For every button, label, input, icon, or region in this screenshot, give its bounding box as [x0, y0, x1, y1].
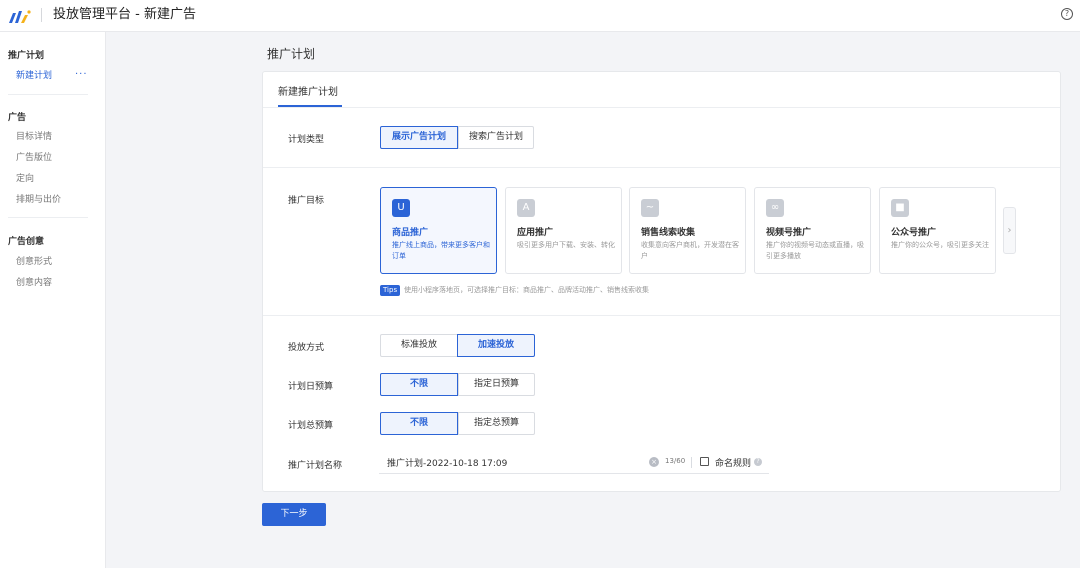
plan-type-display-button[interactable]: 展示广告计划 [380, 126, 458, 149]
sidebar-item-schedule-bid[interactable]: 排期与出价 [16, 192, 61, 205]
input-divider [691, 457, 692, 468]
section-divider [263, 167, 1060, 168]
more-icon[interactable]: ··· [75, 69, 88, 80]
delivery-label: 投放方式 [288, 343, 325, 353]
delivery-standard-button[interactable]: 标准投放 [380, 334, 458, 357]
help-icon[interactable]: ? [1061, 8, 1073, 20]
goal-card-app[interactable]: A 应用推广 吸引更多用户下载、安装、转化 [505, 187, 622, 274]
logo-icon [9, 10, 31, 23]
goal-card-desc: 吸引更多用户下载、安装、转化 [517, 241, 615, 249]
app-icon: A [517, 199, 535, 217]
sidebar-item-targeting[interactable]: 定向 [16, 171, 34, 184]
daily-budget-label: 计划日预算 [288, 382, 334, 392]
next-step-button[interactable]: 下一步 [262, 503, 326, 526]
goal-label: 推广目标 [288, 196, 325, 206]
goal-card-product[interactable]: U 商品推广 推广线上商品，带来更多客户和订单 [380, 187, 497, 274]
delivery-accelerated-button[interactable]: 加速投放 [457, 334, 535, 357]
total-budget-specified-button[interactable]: 指定总预算 [458, 412, 535, 435]
page-title: 推广计划 [267, 47, 316, 61]
daily-budget-specified-button[interactable]: 指定日预算 [458, 373, 535, 396]
plan-type-label: 计划类型 [288, 135, 325, 145]
tips-text: 使用小程序落地页，可选择推广目标：商品推广、品牌活动推广、销售线索收集 [404, 286, 649, 294]
goal-card-title: 销售线索收集 [641, 228, 696, 238]
plan-type-search-button[interactable]: 搜索广告计划 [458, 126, 534, 149]
plan-name-input[interactable]: 推广计划-2022-10-18 17:09 × 13/60 命名规则 ? [379, 452, 769, 474]
sidebar-group-plan[interactable]: 推广计划 [8, 48, 44, 61]
sidebar-divider [8, 217, 88, 218]
naming-rule-icon[interactable] [700, 457, 709, 466]
daily-budget-unlimited-button[interactable]: 不限 [380, 373, 458, 396]
top-bar: 投放管理平台 - 新建广告 ? [0, 0, 1080, 32]
goal-card-title: 商品推广 [392, 228, 429, 238]
app-title: 投放管理平台 - 新建广告 [53, 7, 196, 22]
goal-card-leads[interactable]: ~ 销售线索收集 收集意向客户商机，开发潜在客户 [629, 187, 746, 274]
goal-card-desc: 收集意向客户商机，开发潜在客户 [641, 241, 739, 260]
sidebar-item-new-plan[interactable]: 新建计划 [16, 68, 52, 81]
plan-name-label: 推广计划名称 [288, 461, 343, 471]
leads-icon: ~ [641, 199, 659, 217]
tab-border [263, 107, 1060, 108]
goal-card-official-account[interactable]: ■ 公众号推广 推广你的公众号，吸引更多关注 [879, 187, 996, 274]
sidebar-item-creative-content[interactable]: 创意内容 [16, 275, 52, 288]
goal-card-title: 公众号推广 [891, 228, 937, 238]
tips-badge: Tips [380, 285, 401, 296]
goal-card-title: 应用推广 [517, 228, 554, 238]
goal-card-video-channel[interactable]: ∞ 视频号推广 推广你的视频号动态或直播，吸引更多播放 [754, 187, 871, 274]
sidebar-group-creative[interactable]: 广告创意 [8, 234, 44, 247]
tab-new-plan[interactable]: 新建推广计划 [278, 83, 338, 98]
topbar-divider [41, 8, 42, 22]
sidebar-divider [8, 94, 88, 95]
video-channel-icon: ∞ [766, 199, 784, 217]
chevron-right-icon[interactable]: › [1003, 207, 1016, 254]
plan-form-card: 新建推广计划 计划类型 展示广告计划 搜索广告计划 推广目标 U 商品推广 推广… [262, 71, 1061, 492]
sidebar: 推广计划 新建计划 ··· 广告 目标详情 广告版位 定向 排期与出价 广告创意… [0, 32, 106, 568]
goal-card-desc: 推广你的公众号，吸引更多关注 [891, 241, 989, 249]
official-account-icon: ■ [891, 199, 909, 217]
sidebar-group-ad[interactable]: 广告 [8, 110, 26, 123]
clear-icon[interactable]: × [649, 457, 659, 467]
sidebar-item-target-detail[interactable]: 目标详情 [16, 129, 52, 142]
naming-rule-link[interactable]: 命名规则 [715, 456, 751, 469]
total-budget-label: 计划总预算 [288, 421, 334, 431]
goal-card-title: 视频号推广 [766, 228, 812, 238]
total-budget-unlimited-button[interactable]: 不限 [380, 412, 458, 435]
goal-card-desc: 推广线上商品，带来更多客户和订单 [392, 241, 490, 260]
plan-name-value[interactable]: 推广计划-2022-10-18 17:09 [387, 456, 507, 469]
shopping-bag-icon: U [392, 199, 410, 217]
sidebar-item-placement[interactable]: 广告版位 [16, 150, 52, 163]
char-count: 13/60 [665, 457, 686, 465]
goal-card-desc: 推广你的视频号动态或直播，吸引更多播放 [766, 241, 864, 260]
sidebar-item-creative-form[interactable]: 创意形式 [16, 254, 52, 267]
section-divider [263, 315, 1060, 316]
help-icon[interactable]: ? [754, 458, 762, 466]
